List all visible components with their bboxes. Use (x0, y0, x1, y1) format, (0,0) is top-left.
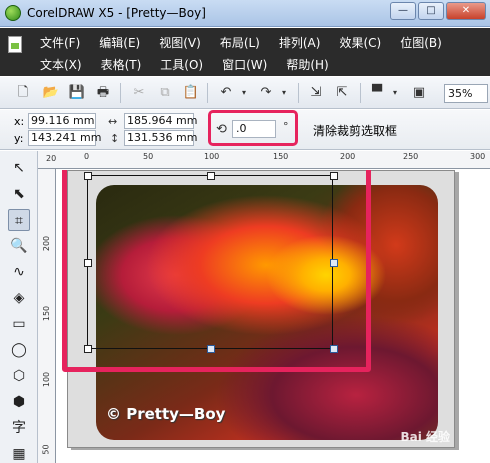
close-button[interactable]: ✕ (446, 2, 486, 20)
print-icon[interactable]: 🖶 (94, 84, 112, 102)
text-tool-icon[interactable]: 字 (8, 417, 30, 439)
smart-fill-tool-icon[interactable]: ◈ (8, 287, 30, 309)
menu-view[interactable]: 视图(V) (159, 34, 201, 51)
window-controls: — □ ✕ (388, 2, 486, 20)
redo-icon[interactable]: ↷ (257, 84, 275, 102)
ruler-tick-label: 50 (41, 444, 51, 455)
ruler-tick-label: 100 (42, 371, 52, 388)
open-folder-icon[interactable]: 📂 (42, 84, 60, 102)
ruler-tick-label: 200 (340, 152, 356, 161)
ruler-tick-label: 200 (42, 235, 52, 252)
polygon-tool-icon[interactable]: ⬡ (8, 365, 30, 387)
crop-tool-icon[interactable]: ⌗ (8, 209, 30, 231)
width-field[interactable]: 185.964 mm (124, 113, 197, 129)
window-title: CorelDRAW X5 - [Pretty—Boy] (27, 6, 206, 20)
menu-file[interactable]: 文件(F) (40, 34, 80, 51)
ruler-corner-label: 20 (46, 154, 57, 163)
export-icon[interactable]: ⇱ (333, 84, 351, 102)
paste-icon[interactable]: 📋 (182, 84, 200, 102)
title-bar: CorelDRAW X5 - [Pretty—Boy] — □ ✕ (0, 0, 490, 27)
x-position-field[interactable]: 99.116 mm (28, 113, 96, 129)
menu-effects[interactable]: 效果(C) (339, 34, 381, 51)
horizontal-ruler: 20 0 50 100 150 200 250 300 (38, 151, 490, 169)
copy-icon[interactable]: ⧉ (156, 84, 174, 102)
menu-text[interactable]: 文本(X) (40, 56, 82, 73)
menu-tools[interactable]: 工具(O) (160, 56, 203, 73)
new-document-icon[interactable]: 🗋 (14, 84, 32, 102)
coreldraw-logo-icon (5, 5, 21, 21)
launcher-dropdown-icon[interactable]: ▾ (386, 84, 404, 102)
x-label: x: (14, 115, 25, 128)
application-launcher-icon[interactable]: ▀ (368, 84, 386, 102)
toolbox: ↖ ⬉ ⌗ 🔍 ∿ ◈ ▭ ◯ ⬡ ⬢ 字 ▦ (0, 151, 38, 463)
toolbar-divider (120, 83, 121, 103)
rotate-icon: ⟲ (216, 122, 227, 137)
redo-dropdown-icon[interactable]: ▾ (275, 84, 293, 102)
y-position-field[interactable]: 143.241 mm (28, 130, 101, 146)
menu-table[interactable]: 表格(T) (101, 56, 142, 73)
ruler-tick-label: 250 (403, 152, 419, 161)
shape-tool-icon[interactable]: ⬉ (8, 183, 30, 205)
ruler-tick-label: 150 (42, 305, 52, 322)
rotation-angle-field[interactable]: .0 (232, 120, 276, 138)
toolbar-divider (298, 83, 299, 103)
basic-shapes-tool-icon[interactable]: ⬢ (8, 391, 30, 413)
menu-window[interactable]: 窗口(W) (222, 56, 267, 73)
maximize-button[interactable]: □ (418, 2, 444, 20)
vertical-ruler: 200 150 100 50 (38, 169, 56, 463)
document-icon (8, 36, 22, 53)
height-field[interactable]: 131.536 mm (124, 130, 197, 146)
standard-toolbar: 🗋 📂 💾 🖶 ✂ ⧉ 📋 ↶ ▾ ↷ ▾ ⇲ ⇱ ▀ ▾ ▣ 35% (0, 77, 490, 109)
zoom-level-field[interactable]: 35% (444, 84, 488, 103)
property-bar: x: 99.116 mm y: 143.241 mm ↔ 185.964 mm … (0, 110, 490, 150)
ruler-tick-label: 150 (273, 152, 289, 161)
undo-icon[interactable]: ↶ (217, 84, 235, 102)
menu-row-2: 文本(X) 表格(T) 工具(O) 窗口(W) 帮助(H) (40, 56, 348, 73)
menu-bar: 文件(F) 编辑(E) 视图(V) 布局(L) 排列(A) 效果(C) 位图(B… (0, 28, 490, 76)
ruler-tick-label: 0 (84, 152, 90, 161)
menu-layout[interactable]: 布局(L) (220, 34, 260, 51)
ellipse-tool-icon[interactable]: ◯ (8, 339, 30, 361)
menu-help[interactable]: 帮助(H) (286, 56, 328, 73)
table-tool-icon[interactable]: ▦ (8, 443, 30, 463)
toolbar-divider (207, 83, 208, 103)
photo-watermark: © Pretty—Boy (106, 405, 226, 423)
freehand-tool-icon[interactable]: ∿ (8, 261, 30, 283)
undo-dropdown-icon[interactable]: ▾ (235, 84, 253, 102)
menu-edit[interactable]: 编辑(E) (99, 34, 140, 51)
drawing-canvas[interactable]: © Pretty—Boy Bai 经验 (57, 170, 490, 463)
clear-crop-marquee-button[interactable]: 清除裁剪选取框 (313, 122, 397, 139)
menu-arrange[interactable]: 排列(A) (279, 34, 321, 51)
menu-row-1: 文件(F) 编辑(E) 视图(V) 布局(L) 排列(A) 效果(C) 位图(B… (40, 34, 461, 51)
welcome-screen-icon[interactable]: ▣ (410, 84, 428, 102)
height-icon: ↕ (110, 132, 120, 145)
cut-icon[interactable]: ✂ (130, 84, 148, 102)
pick-tool-icon[interactable]: ↖ (8, 157, 30, 179)
y-label: y: (14, 132, 24, 145)
ruler-tick-label: 50 (143, 152, 154, 161)
width-icon: ↔ (108, 115, 118, 128)
site-watermark: Bai 经验 (400, 430, 450, 444)
crop-area-highlight (62, 170, 371, 372)
menu-bitmaps[interactable]: 位图(B) (400, 34, 442, 51)
zoom-tool-icon[interactable]: 🔍 (8, 235, 30, 257)
minimize-button[interactable]: — (390, 2, 416, 20)
degree-symbol: ° (283, 120, 289, 133)
ruler-tick-label: 100 (204, 152, 220, 161)
rectangle-tool-icon[interactable]: ▭ (8, 313, 30, 335)
toolbar-divider (360, 83, 361, 103)
ruler-tick-label: 300 (470, 152, 486, 161)
import-icon[interactable]: ⇲ (307, 84, 325, 102)
save-icon[interactable]: 💾 (68, 84, 86, 102)
